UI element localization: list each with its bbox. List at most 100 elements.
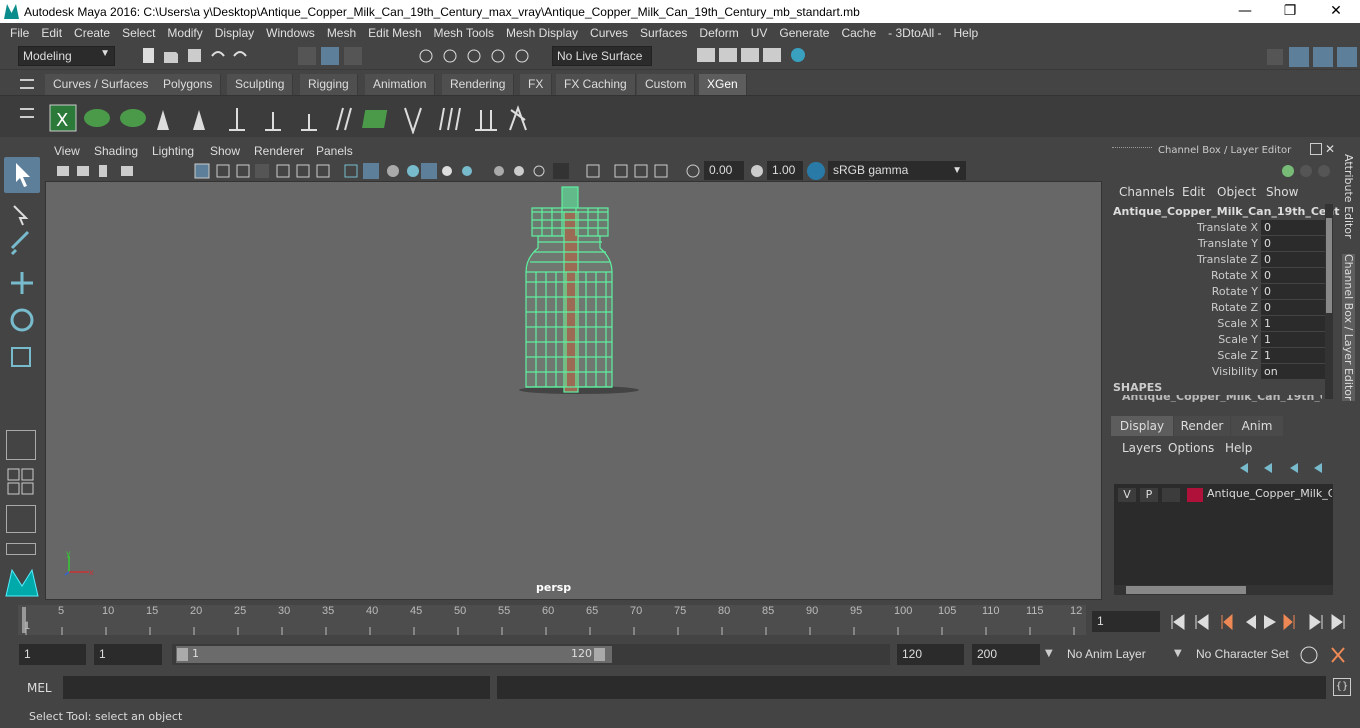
menu-select[interactable]: Select: [116, 26, 161, 40]
menu-mesh[interactable]: Mesh: [321, 26, 362, 40]
shelf-tab-fx[interactable]: FX: [520, 74, 553, 95]
range-right-icons[interactable]: [1298, 644, 1358, 666]
shelf-tab-xgen[interactable]: XGen: [699, 74, 747, 95]
selected-object-name[interactable]: Antique_Copper_Milk_Can_19th_Cent...: [1113, 205, 1352, 218]
attr-translate-y[interactable]: Translate Y0: [1108, 236, 1340, 252]
menu-modify[interactable]: Modify: [161, 26, 208, 40]
shelf-tab-custom[interactable]: Custom: [637, 74, 696, 95]
layer-playback-toggle[interactable]: P: [1140, 488, 1158, 502]
menu-uv[interactable]: UV: [745, 26, 774, 40]
live-surface-field[interactable]: No Live Surface: [552, 46, 652, 66]
channels-edit-menu[interactable]: Edit: [1182, 185, 1205, 199]
command-input[interactable]: [63, 676, 490, 699]
xgen-shelf-icons[interactable]: X: [45, 100, 545, 134]
layers-menu[interactable]: Layers: [1122, 441, 1162, 455]
menu-mesh-tools[interactable]: Mesh Tools: [428, 26, 500, 40]
layout-option-button[interactable]: [6, 543, 36, 555]
four-view-layout-button[interactable]: [6, 467, 36, 497]
layer-color-swatch[interactable]: [1187, 488, 1203, 502]
gamma-field[interactable]: 1.00: [767, 161, 803, 180]
range-track[interactable]: 1 120: [172, 644, 890, 665]
shelf-tab-animation[interactable]: Animation: [365, 74, 436, 95]
start-time-field[interactable]: 1: [19, 644, 86, 665]
tool-icons[interactable]: [6, 198, 38, 418]
attr-scale-x[interactable]: Scale X1: [1108, 316, 1340, 332]
selection-mask-icons[interactable]: [298, 45, 548, 67]
channel-box-icons[interactable]: [1280, 162, 1330, 180]
mel-label[interactable]: MEL: [27, 681, 52, 695]
menu-curves[interactable]: Curves: [584, 26, 634, 40]
layer-action-icons[interactable]: [1238, 461, 1328, 475]
attr-rotate-x[interactable]: Rotate X0: [1108, 268, 1340, 284]
anim-layer-dropdown[interactable]: No Anim Layer: [1062, 644, 1162, 665]
view-transform-icon[interactable]: [807, 162, 825, 180]
file-tools-icons[interactable]: [140, 47, 260, 65]
shelf-tab-rigging[interactable]: Rigging: [300, 74, 358, 95]
menu-surfaces[interactable]: Surfaces: [634, 26, 693, 40]
attr-visibility[interactable]: Visibility on: [1108, 364, 1340, 380]
maya-home-icon[interactable]: [4, 566, 40, 598]
shelf-tab-sculpting[interactable]: Sculpting: [227, 74, 294, 95]
viewport-menu-show[interactable]: Show: [210, 144, 240, 158]
attribute-editor-tab[interactable]: Attribute Editor: [1342, 154, 1355, 239]
menu-edit-mesh[interactable]: Edit Mesh: [362, 26, 427, 40]
layer-name[interactable]: Antique_Copper_Milk_Ca: [1207, 487, 1332, 500]
layer-visibility-toggle[interactable]: V: [1118, 488, 1136, 502]
range-end-handle[interactable]: [594, 648, 605, 661]
exposure-field[interactable]: 0.00: [704, 161, 744, 180]
single-perspective-view-button[interactable]: [6, 430, 36, 460]
layer-hscrollbar[interactable]: [1114, 585, 1333, 595]
close-button[interactable]: ✕: [1313, 0, 1359, 23]
end-time-field[interactable]: 200: [972, 644, 1040, 665]
shape-node-name[interactable]: Antique_Copper_Milk_Can_19th_Ce...: [1122, 395, 1322, 402]
range-bar[interactable]: [176, 646, 612, 663]
layer-options-menu[interactable]: Options: [1168, 441, 1214, 455]
viewport-menu-view[interactable]: View: [54, 144, 80, 158]
menu-windows[interactable]: Windows: [260, 26, 321, 40]
minimize-button[interactable]: —: [1222, 0, 1268, 23]
shelf-options-icon[interactable]: [20, 108, 34, 118]
attr-rotate-z[interactable]: Rotate Z0: [1108, 300, 1340, 316]
channels-show-menu[interactable]: Show: [1266, 185, 1298, 199]
chevron-down-icon[interactable]: ▼: [1174, 648, 1182, 659]
attr-scale-y[interactable]: Scale Y1: [1108, 332, 1340, 348]
menu-mesh-display[interactable]: Mesh Display: [500, 26, 584, 40]
menu-deform[interactable]: Deform: [693, 26, 744, 40]
attr-scale-z[interactable]: Scale Z1: [1108, 348, 1340, 364]
viewport-menu-lighting[interactable]: Lighting: [152, 144, 194, 158]
shelf-tab-curves-surfaces[interactable]: Curves / Surfaces: [45, 74, 158, 95]
persp-outliner-layout-button[interactable]: [6, 505, 36, 533]
menu-display[interactable]: Display: [209, 26, 260, 40]
channel-scrollbar[interactable]: [1325, 204, 1333, 399]
shelf-tab-fx-caching[interactable]: FX Caching: [556, 74, 636, 95]
script-editor-icon[interactable]: {}: [1333, 678, 1351, 696]
close-panel-icon[interactable]: ✕: [1325, 142, 1335, 156]
channel-box-layer-editor-tab[interactable]: Channel Box / Layer Editor: [1342, 254, 1355, 401]
layer-tab-display[interactable]: Display: [1111, 416, 1173, 436]
milk-can-wireframe[interactable]: [525, 186, 613, 393]
shelf-menu-icon[interactable]: [20, 79, 34, 89]
layer-tab-render[interactable]: Render: [1174, 416, 1230, 436]
menu-help[interactable]: Help: [948, 26, 985, 40]
maximize-button[interactable]: ❐: [1267, 0, 1313, 23]
layer-tab-anim[interactable]: Anim: [1231, 416, 1283, 436]
float-panel-icon[interactable]: [1310, 143, 1322, 155]
chevron-down-icon[interactable]: ▼: [1045, 648, 1053, 659]
panel-grip[interactable]: [1112, 147, 1152, 151]
menu-create[interactable]: Create: [68, 26, 116, 40]
range-start-handle[interactable]: [177, 648, 188, 661]
viewport-menu-panels[interactable]: Panels: [316, 144, 353, 158]
menu-cache[interactable]: Cache: [835, 26, 882, 40]
playback-controls[interactable]: [1168, 611, 1356, 633]
layer-help-menu[interactable]: Help: [1225, 441, 1252, 455]
perspective-viewport[interactable]: y x persp: [45, 181, 1102, 600]
colorspace-dropdown[interactable]: sRGB gamma ▼: [828, 161, 966, 180]
time-slider[interactable]: 1 5 10 15 20 25 30 35 40 45 50 55 60 65 …: [0, 603, 1360, 637]
layer-display-type-toggle[interactable]: [1162, 488, 1180, 502]
channels-menu[interactable]: Channels: [1119, 185, 1175, 199]
viewport-menu-renderer[interactable]: Renderer: [254, 144, 304, 158]
attr-translate-z[interactable]: Translate Z0: [1108, 252, 1340, 268]
attr-rotate-y[interactable]: Rotate Y0: [1108, 284, 1340, 300]
menu-3dtoall[interactable]: - 3DtoAll -: [882, 26, 947, 40]
menu-edit[interactable]: Edit: [35, 26, 68, 40]
